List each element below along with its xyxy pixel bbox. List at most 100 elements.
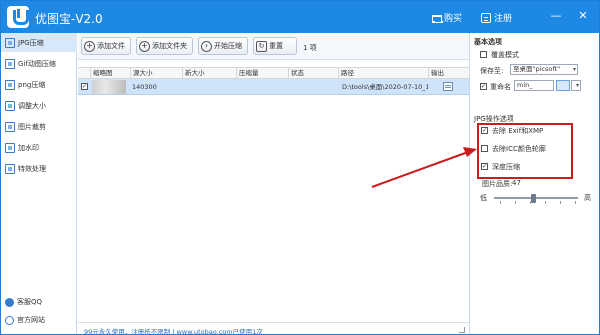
plus-icon: + [84, 40, 95, 52]
sidebar-item-label: 加水印 [18, 143, 39, 152]
title-bar: 优图宝-V2.0 购买 注册 — ✕ [1, 1, 599, 33]
app-logo-icon [7, 6, 29, 28]
settings-panel: 基本选项 覆盖模式 保存至: 至桌面"picsoft" ▾ ✓ 重命名 min_… [469, 33, 599, 334]
sidebar-item-effects[interactable]: 特效处理 [1, 159, 77, 178]
item-count: 1 项 [303, 44, 317, 52]
ratio-cell [236, 79, 288, 95]
sidebar-item-jpg[interactable]: JPG压缩 [1, 33, 77, 52]
play-icon: › [201, 40, 212, 52]
sidebar: JPG压缩 Gif动图压缩 png压缩 调整大小 图片裁剪 加水印 特效处理 客… [1, 33, 77, 334]
app-title: 优图宝-V2.0 [35, 12, 103, 26]
reset-label: 重置 [269, 42, 283, 50]
column-header[interactable]: 缩略图 [90, 68, 130, 79]
sidebar-item-label: 特效处理 [18, 164, 46, 173]
chevron-down-icon: ▾ [572, 66, 576, 73]
minimize-button[interactable]: — [549, 9, 563, 23]
crop-icon [5, 121, 15, 132]
quality-value: 47 [512, 179, 521, 187]
add-file-label: 添加文件 [97, 42, 125, 50]
close-button[interactable]: ✕ [576, 9, 590, 23]
effects-icon [5, 163, 15, 174]
reset-icon: ↻ [256, 40, 267, 52]
thumbnail-image [92, 80, 126, 94]
sidebar-item-label: JPG压缩 [18, 38, 44, 47]
add-folder-label: 添加文件夹 [152, 42, 187, 50]
quality-slider-thumb[interactable] [531, 194, 537, 203]
output-folder-icon[interactable] [443, 82, 453, 91]
sidebar-item-png[interactable]: png压缩 [1, 75, 77, 94]
cart-icon [431, 13, 443, 23]
overwrite-checkbox[interactable] [480, 51, 487, 58]
column-header[interactable]: 压缩量 [236, 68, 288, 79]
add-folder-button[interactable]: + 添加文件夹 [136, 37, 193, 55]
buy-button[interactable]: 购买 [431, 11, 462, 24]
status-text[interactable]: 99元永久使用，注册抵不限制 | www.utobao.com已使用1次 [84, 326, 263, 334]
sidebar-item-watermark[interactable]: 加水印 [1, 138, 77, 157]
chevron-down-icon: ▾ [575, 82, 579, 89]
source-size-cell: 140300 [132, 83, 157, 91]
globe-icon [5, 315, 14, 325]
app-window: 优图宝-V2.0 购买 注册 — ✕ JPG压缩 Gif动图压缩 png压缩 调… [0, 0, 600, 335]
save-to-value: 至桌面"picsoft" [513, 65, 561, 73]
path-cell: D:\tools\桌面\2020-07-10_10... [342, 83, 428, 91]
slider-tick [575, 201, 576, 204]
sidebar-item-resize[interactable]: 调整大小 [1, 96, 77, 115]
column-header[interactable]: 输出 [428, 68, 469, 79]
jpg-icon [5, 37, 15, 48]
slider-tick [500, 201, 501, 204]
quality-low-label: 低 [480, 194, 487, 202]
basic-options-title: 基本选项 [474, 38, 502, 46]
rename-style-swatch[interactable] [556, 80, 570, 91]
column-header[interactable]: 新大小 [182, 68, 236, 79]
support-label: 客服QQ [17, 298, 43, 306]
register-button[interactable]: 注册 [481, 11, 512, 24]
rename-style-select[interactable]: ▾ [571, 80, 581, 91]
toolbar: + 添加文件 + 添加文件夹 › 开始压缩 ↻ 重置 1 项 [78, 33, 469, 60]
status-cell [288, 79, 338, 95]
start-compress-button[interactable]: › 开始压缩 [198, 37, 248, 55]
support-qq-link[interactable]: 客服QQ [1, 295, 77, 309]
buy-label: 购买 [444, 14, 463, 24]
save-to-select[interactable]: 至桌面"picsoft" ▾ [510, 64, 578, 75]
file-table: 缩略图 源大小 新大小 压缩量 状态 路径 输出 ✓ 140300 D:\too… [78, 61, 469, 321]
column-header[interactable]: 源大小 [130, 68, 182, 79]
website-label: 官方网站 [17, 316, 45, 324]
column-header[interactable]: 状态 [288, 68, 338, 79]
sidebar-item-crop[interactable]: 图片裁剪 [1, 117, 77, 136]
resize-icon [5, 100, 15, 111]
png-icon [5, 79, 15, 90]
add-file-button[interactable]: + 添加文件 [81, 37, 131, 55]
register-icon [481, 12, 491, 23]
slider-tick [560, 201, 561, 204]
quality-high-label: 高 [584, 194, 591, 202]
table-row[interactable]: ✓ 140300 D:\tools\桌面\2020-07-10_10... [78, 79, 469, 95]
table-header: 缩略图 源大小 新大小 压缩量 状态 路径 输出 [78, 67, 469, 79]
support-icon [5, 297, 14, 307]
gif-icon [5, 58, 15, 69]
plus-icon: + [139, 40, 150, 52]
sidebar-item-label: 图片裁剪 [18, 122, 46, 131]
status-bar: 99元永久使用，注册抵不限制 | www.utobao.com已使用1次 [78, 322, 469, 334]
slider-tick [545, 201, 546, 204]
sidebar-item-gif[interactable]: Gif动图压缩 [1, 54, 77, 73]
new-size-cell [182, 79, 236, 95]
sidebar-item-label: 调整大小 [18, 101, 46, 110]
reset-button[interactable]: ↻ 重置 [253, 37, 297, 55]
overwrite-label: 覆盖模式 [491, 51, 519, 59]
sidebar-item-label: png压缩 [18, 80, 46, 89]
watermark-icon [5, 142, 15, 153]
register-label: 注册 [494, 14, 513, 24]
rename-checkbox[interactable]: ✓ [480, 83, 487, 90]
quality-label: 图片品质: [482, 180, 513, 188]
column-header[interactable]: 路径 [338, 68, 428, 79]
row-checkbox[interactable]: ✓ [81, 83, 88, 90]
highlight-box [477, 123, 573, 179]
rename-prefix-input[interactable]: min_ [514, 80, 554, 91]
resize-grip[interactable] [459, 327, 465, 333]
slider-tick [515, 201, 516, 204]
sidebar-item-label: Gif动图压缩 [18, 59, 56, 68]
start-compress-label: 开始压缩 [214, 42, 242, 50]
rename-label: 重命名 [490, 83, 511, 91]
website-link[interactable]: 官方网站 [1, 313, 77, 327]
save-to-label: 保存至: [480, 67, 504, 75]
